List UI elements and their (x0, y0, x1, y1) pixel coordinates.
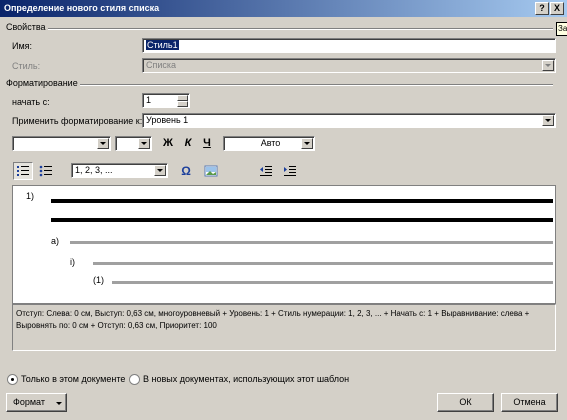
apply-label: Применить форматирование к: (12, 116, 143, 126)
preview-line-level-3 (93, 262, 553, 265)
chevron-down-icon[interactable] (301, 138, 313, 149)
chevron-down-icon[interactable] (154, 165, 166, 176)
numbering-style-value: 1, 2, 3, ... (75, 165, 113, 175)
preview-level-1-label: 1) (26, 191, 35, 201)
picture-icon[interactable] (203, 163, 219, 179)
preview-level-2-label: a) (51, 236, 60, 246)
preview-line-level-1-cont (51, 218, 553, 222)
apply-dropdown[interactable]: Уровень 1 (142, 113, 556, 128)
properties-divider (48, 28, 553, 30)
only-this-document-label[interactable]: Только в этом документе (21, 374, 125, 384)
start-stepper[interactable]: 1 (142, 93, 190, 108)
start-label: начать с: (12, 97, 50, 107)
close-button[interactable]: X (550, 2, 564, 15)
properties-group-label: Свойства (6, 22, 46, 32)
tooltip: Закрыть (556, 22, 567, 36)
chevron-down-icon[interactable] (138, 138, 150, 149)
formatting-divider (80, 84, 553, 86)
radio-new-documents[interactable] (129, 374, 140, 385)
chevron-down-icon[interactable] (542, 115, 554, 126)
font-name-dropdown[interactable] (12, 136, 111, 151)
spin-down-icon[interactable] (177, 101, 188, 107)
format-description: Отступ: Слева: 0 см, Выступ: 0,63 см, мн… (12, 304, 556, 351)
style-label: Стиль: (12, 61, 41, 71)
numbering-style-dropdown[interactable]: 1, 2, 3, ... (71, 163, 168, 178)
preview-line-level-1 (51, 199, 553, 203)
preview-line-level-2 (70, 241, 553, 244)
new-documents-label[interactable]: В новых документах, использующих этот ша… (143, 374, 349, 384)
preview-line-level-4 (112, 281, 553, 284)
name-value: Стиль1 (146, 40, 179, 50)
preview-level-4-label: (1) (93, 275, 104, 285)
font-size-dropdown[interactable] (115, 136, 152, 151)
title-bar: Определение нового стиля списка (0, 0, 567, 17)
ok-button[interactable]: ОК (437, 393, 494, 412)
format-button[interactable]: Формат (6, 393, 67, 412)
underline-button[interactable]: Ч (198, 135, 216, 152)
list-preview: 1) a) i) (1) (12, 185, 556, 304)
formatting-group-label: Форматирование (6, 78, 78, 88)
start-value: 1 (146, 95, 152, 105)
radio-only-this-document[interactable] (7, 374, 18, 385)
apply-value: Уровень 1 (146, 115, 189, 125)
name-input[interactable]: Стиль1 (142, 38, 556, 53)
bulleted-list-icon[interactable] (37, 163, 55, 179)
preview-level-3-label: i) (70, 257, 75, 267)
numbered-list-icon[interactable] (13, 162, 33, 180)
window-title: Определение нового стиля списка (4, 3, 160, 13)
symbol-icon[interactable]: Ω (178, 163, 194, 179)
italic-button[interactable]: К (179, 135, 197, 152)
increase-indent-icon[interactable] (282, 163, 298, 179)
chevron-down-icon (56, 402, 62, 405)
name-label: Имя: (12, 41, 33, 51)
bold-button[interactable]: Ж (159, 135, 177, 152)
style-dropdown: Списка (142, 58, 556, 73)
help-button[interactable]: ? (535, 2, 549, 15)
style-value: Списка (146, 60, 177, 70)
format-button-label: Формат (13, 397, 45, 407)
chevron-down-icon (542, 60, 554, 71)
chevron-down-icon[interactable] (97, 138, 109, 149)
cancel-button[interactable]: Отмена (501, 393, 558, 412)
font-color-value: Авто (260, 138, 281, 148)
font-color-dropdown[interactable]: Авто (223, 136, 315, 151)
decrease-indent-icon[interactable] (258, 163, 274, 179)
